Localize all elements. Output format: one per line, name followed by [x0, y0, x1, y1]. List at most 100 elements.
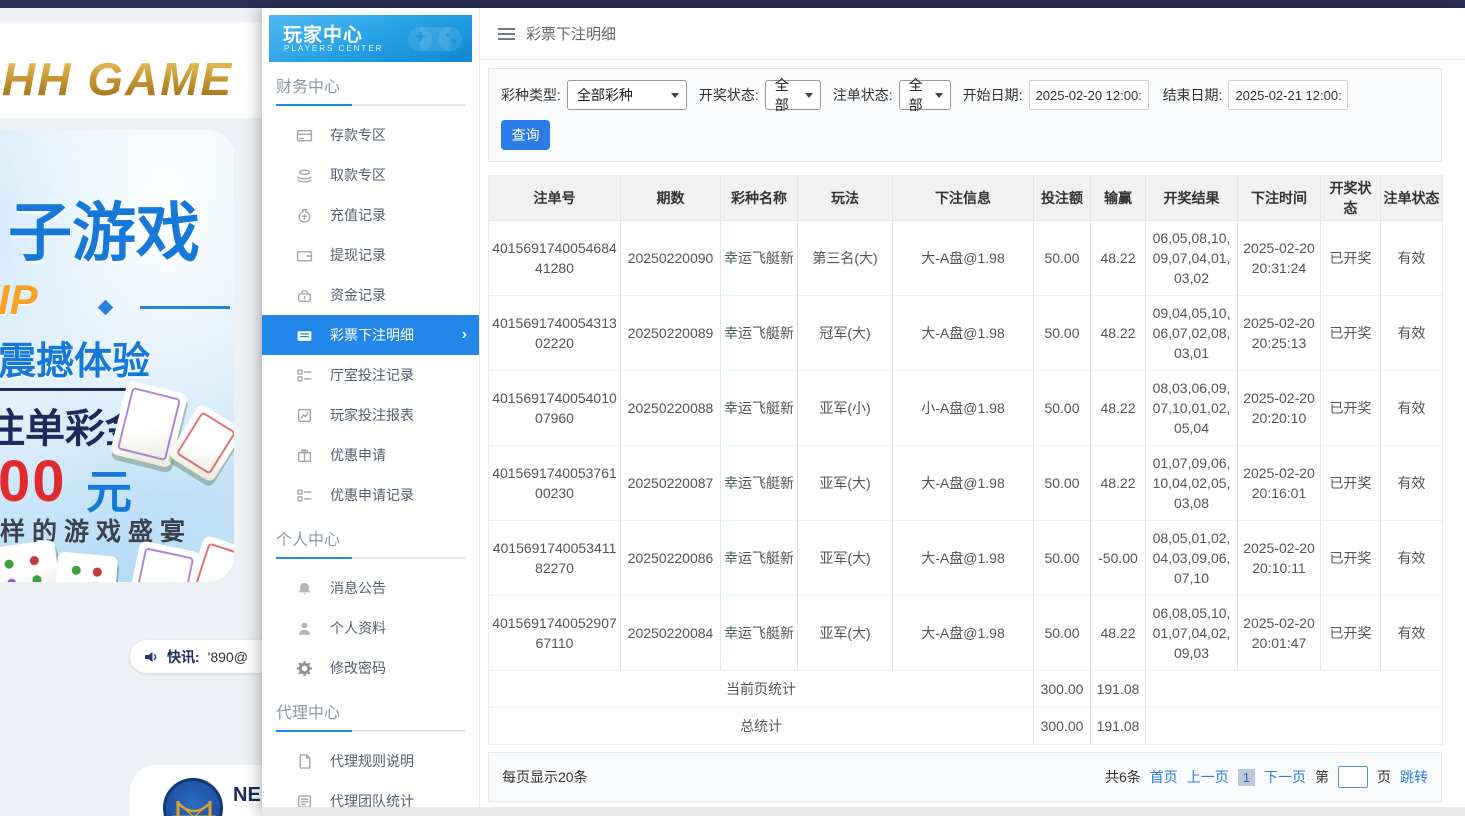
banner-subtitle: 震撼体验	[0, 330, 150, 385]
banner-rule	[140, 306, 230, 309]
table-row: 401569174005468441280 20250220090 幸运飞艇新 …	[489, 221, 1443, 296]
sidebar-item-agent-rules[interactable]: 代理规则说明	[262, 741, 479, 781]
banner-vip-text: VIP	[0, 276, 38, 324]
sidebar-item-hall-bet-record[interactable]: 厅室投注记录	[262, 355, 479, 395]
cell-bet-time: 2025-02-20 20:20:10	[1238, 371, 1321, 446]
cell-draw-status: 已开奖	[1321, 221, 1381, 296]
ticker-text: '890@	[208, 649, 248, 665]
cell-bet-info: 大-A盘@1.98	[893, 296, 1034, 371]
sidebar-item-label: 代理规则说明	[330, 751, 414, 771]
cell-play: 亚军(大)	[798, 596, 893, 671]
section-divider	[276, 730, 465, 732]
hamburger-menu-icon[interactable]	[498, 28, 515, 40]
current-page-badge[interactable]: 1	[1238, 769, 1255, 786]
total-stats-bet: 300.00	[1034, 708, 1091, 745]
sidebar-item-label: 厅室投注记录	[330, 365, 414, 385]
cell-winloss: 48.22	[1091, 446, 1146, 521]
cell-order-no: 401569174005468441280	[489, 221, 621, 296]
cell-winloss: -50.00	[1091, 521, 1146, 596]
document-icon	[296, 753, 313, 770]
cell-play: 亚军(大)	[798, 521, 893, 596]
cell-winloss: 48.22	[1091, 296, 1146, 371]
caret-down-icon	[671, 93, 679, 98]
mahjong-tile	[54, 551, 118, 582]
sidebar-item-label: 个人资料	[330, 618, 386, 638]
cell-lottery-name: 幸运飞艇新	[721, 296, 798, 371]
mahjong-tile	[0, 539, 62, 582]
sidebar-item-funds-record[interactable]: 资金记录	[262, 275, 479, 315]
bet-table: 注单号 期数 彩种名称 玩法 下注信息 投注额 输赢 开奖结果 下注时间 开奖状…	[488, 175, 1443, 745]
cell-order-no: 401569174005431302220	[489, 296, 621, 371]
total-stats-row: 总统计 300.00 191.08	[489, 708, 1443, 745]
start-date-label: 开始日期:	[963, 85, 1023, 105]
prev-page-link[interactable]: 上一页	[1187, 767, 1229, 787]
cell-bet-amount: 50.00	[1034, 596, 1091, 671]
cell-bet-amount: 50.00	[1034, 221, 1091, 296]
sidebar-item-label: 玩家投注报表	[330, 405, 414, 425]
cell-order-status: 有效	[1381, 296, 1443, 371]
cell-lottery-name: 幸运飞艇新	[721, 371, 798, 446]
cell-period: 20250220086	[621, 521, 721, 596]
sidebar-subtitle: PLAYERS CENTER	[284, 44, 383, 53]
table-row: 401569174005376100230 20250220087 幸运飞艇新 …	[489, 446, 1443, 521]
content-topbar: 彩票下注明细	[480, 8, 1465, 60]
sidebar-title: 玩家中心	[283, 20, 363, 47]
table-row: 401569174005341182270 20250220086 幸运飞艇新 …	[489, 521, 1443, 596]
order-status-select[interactable]: 全部	[899, 80, 951, 110]
jump-button[interactable]: 跳转	[1400, 767, 1428, 787]
sidebar-item-change-password[interactable]: 修改密码	[262, 648, 479, 688]
end-date-input[interactable]	[1228, 80, 1348, 110]
cell-order-no: 401569174005401007960	[489, 371, 621, 446]
draw-status-label: 开奖状态:	[699, 85, 759, 105]
sidebar-item-deposit[interactable]: 存款专区	[262, 115, 479, 155]
cell-draw-result: 08,03,06,09,07,10,01,02,05,04	[1146, 371, 1238, 446]
cell-order-status: 有效	[1381, 596, 1443, 671]
sidebar-item-withdrawal-record[interactable]: 提现记录	[262, 235, 479, 275]
cell-order-status: 有效	[1381, 521, 1443, 596]
cell-winloss: 48.22	[1091, 221, 1146, 296]
speaker-icon	[143, 649, 159, 665]
page-jump-input[interactable]	[1338, 766, 1368, 788]
sidebar-item-player-report[interactable]: 玩家投注报表	[262, 395, 479, 435]
sidebar-item-recharge-record[interactable]: 充值记录	[262, 195, 479, 235]
cell-draw-status: 已开奖	[1321, 371, 1381, 446]
sidebar-item-label: 消息公告	[330, 578, 386, 598]
total-count: 共6条	[1105, 767, 1141, 787]
sidebar-item-profile[interactable]: 个人资料	[262, 608, 479, 648]
page-title: 彩票下注明细	[526, 23, 616, 44]
sidebar-item-promo-apply[interactable]: 优惠申请	[262, 435, 479, 475]
draw-status-select[interactable]: 全部	[765, 80, 821, 110]
bell-icon	[296, 580, 313, 597]
sidebar-item-messages[interactable]: 消息公告	[262, 568, 479, 608]
cell-draw-result: 09,04,05,10,06,07,02,08,03,01	[1146, 296, 1238, 371]
lottery-type-select[interactable]: 全部彩种	[567, 80, 687, 110]
browser-top-strip	[0, 0, 1465, 8]
wallet-icon	[296, 247, 313, 264]
next-page-link[interactable]: 下一页	[1264, 767, 1306, 787]
caret-down-icon	[805, 93, 813, 98]
news-ticker[interactable]: 快讯: '890@	[130, 640, 262, 673]
col-draw-result: 开奖结果	[1146, 176, 1238, 221]
sidebar-item-promo-record[interactable]: 优惠申请记录	[262, 475, 479, 515]
cell-play: 第三名(大)	[798, 221, 893, 296]
cell-bet-amount: 50.00	[1034, 521, 1091, 596]
sidebar-item-lottery-bet-detail[interactable]: 彩票下注明细 ›	[262, 315, 479, 355]
col-bet-info: 下注信息	[893, 176, 1034, 221]
deposit-card-icon	[296, 127, 313, 144]
banner-amount: 00	[0, 448, 67, 515]
sidebar-item-withdraw[interactable]: 取款专区	[262, 155, 479, 195]
gamepad-icon	[404, 17, 466, 62]
jump-prefix: 第	[1315, 767, 1329, 787]
cell-bet-info: 大-A盘@1.98	[893, 596, 1034, 671]
cell-bet-time: 2025-02-20 20:16:01	[1238, 446, 1321, 521]
page-stats-empty	[1146, 671, 1443, 708]
section-heading-finance: 财务中心	[276, 73, 465, 97]
col-lottery-name: 彩种名称	[721, 176, 798, 221]
cell-period: 20250220084	[621, 596, 721, 671]
search-button[interactable]: 查询	[501, 120, 550, 150]
cell-bet-time: 2025-02-20 20:01:47	[1238, 596, 1321, 671]
start-date-input[interactable]	[1029, 80, 1149, 110]
filter-panel: 彩种类型: 全部彩种 开奖状态: 全部 注单状态: 全部 开始日期: 结束日期:…	[488, 68, 1442, 162]
first-page-link[interactable]: 首页	[1150, 767, 1178, 787]
sidebar: 玩家中心 PLAYERS CENTER 财务中心 存款专区	[262, 8, 480, 816]
